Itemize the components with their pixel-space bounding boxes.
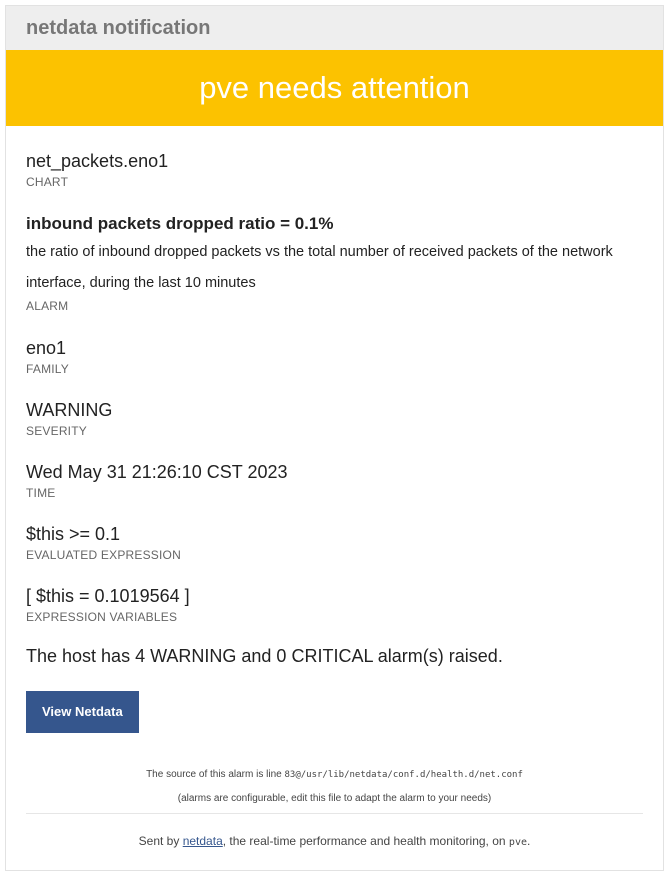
header-bar: netdata notification (6, 6, 663, 50)
sent-prefix: Sent by (138, 834, 180, 848)
netdata-link[interactable]: netdata (183, 834, 223, 848)
sent-by-line: Sent by netdata, the real-time performan… (26, 834, 643, 848)
time-label: TIME (26, 486, 56, 500)
source-line: The source of this alarm is line 83@/usr… (26, 763, 643, 787)
severity-label: SEVERITY (26, 424, 87, 438)
view-netdata-button[interactable]: View Netdata (26, 691, 139, 733)
banner-text: pve needs attention (199, 70, 470, 105)
source-path: 83@/usr/lib/netdata/conf.d/health.d/net.… (284, 770, 523, 780)
variables-field: [ $this = 0.1019564 ] EXPRESSION VARIABL… (26, 585, 643, 624)
chart-label: CHART (26, 175, 69, 189)
time-field: Wed May 31 21:26:10 CST 2023 TIME (26, 461, 643, 500)
notification-content: net_packets.eno1 CHART inbound packets d… (6, 126, 663, 848)
time-value: Wed May 31 21:26:10 CST 2023 (26, 462, 288, 482)
variables-label: EXPRESSION VARIABLES (26, 610, 178, 624)
attention-banner: pve needs attention (6, 50, 663, 126)
source-prefix: The source of this alarm is line (146, 769, 282, 780)
alarm-field: inbound packets dropped ratio = 0.1% the… (26, 213, 643, 313)
chart-field: net_packets.eno1 CHART (26, 150, 643, 189)
alarm-summary: The host has 4 WARNING and 0 CRITICAL al… (26, 646, 503, 666)
family-value: eno1 (26, 338, 67, 358)
alarm-source: The source of this alarm is line 83@/usr… (26, 763, 643, 811)
source-note: (alarms are configurable, edit this file… (177, 793, 492, 804)
sent-host: pve (508, 837, 527, 848)
severity-value: WARNING (26, 400, 113, 420)
sent-suffix: . (526, 834, 531, 848)
alarm-description: the ratio of inbound dropped packets vs … (26, 244, 613, 291)
variables-value: [ $this = 0.1019564 ] (26, 586, 190, 606)
expression-label: EVALUATED EXPRESSION (26, 548, 181, 562)
alarm-label: ALARM (26, 299, 69, 313)
family-field: eno1 FAMILY (26, 337, 643, 376)
chart-value: net_packets.eno1 (26, 151, 169, 171)
footer-divider (26, 813, 643, 814)
family-label: FAMILY (26, 362, 69, 376)
notification-card: netdata notification pve needs attention… (5, 5, 664, 871)
header-title: netdata notification (26, 16, 211, 39)
severity-field: WARNING SEVERITY (26, 399, 643, 438)
alarm-title: inbound packets dropped ratio = 0.1% (26, 214, 334, 233)
sent-middle: , the real-time performance and health m… (222, 834, 506, 848)
expression-field: $this >= 0.1 EVALUATED EXPRESSION (26, 523, 643, 562)
expression-value: $this >= 0.1 (26, 524, 121, 544)
